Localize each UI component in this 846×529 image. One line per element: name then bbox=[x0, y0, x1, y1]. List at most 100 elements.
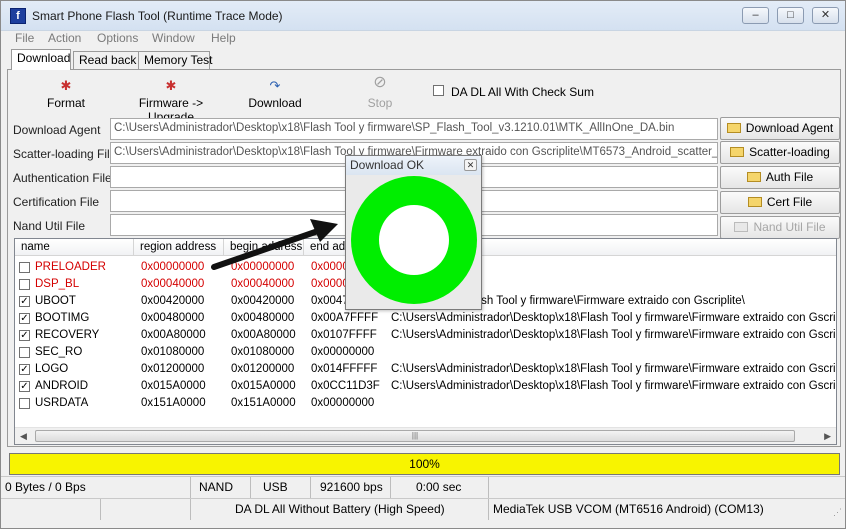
scatter-loading-button[interactable]: Scatter-loading bbox=[720, 141, 840, 164]
progress-text: 100% bbox=[409, 457, 440, 471]
close-button[interactable]: ✕ bbox=[812, 7, 839, 24]
status-bar-bottom: DA DL All Without Battery (High Speed) M… bbox=[1, 498, 845, 520]
auth-file-button[interactable]: Auth File bbox=[720, 166, 840, 189]
row-end-address: 0x00A7FFFF bbox=[311, 312, 379, 324]
row-checkbox[interactable] bbox=[19, 279, 30, 290]
row-checkbox[interactable] bbox=[19, 398, 30, 409]
status-bar-top: 0 Bytes / 0 Bps NAND USB 921600 bps 0:00… bbox=[1, 476, 845, 498]
row-end-address: 0x00000000 bbox=[311, 397, 375, 409]
row-end-address: 0x0107FFFF bbox=[311, 329, 377, 341]
firmware-upgrade-icon: ✱ bbox=[165, 78, 177, 93]
download-agent-field[interactable]: C:\Users\Administrador\Desktop\x18\Flash… bbox=[110, 118, 718, 140]
row-region-address: 0x00420000 bbox=[141, 295, 205, 307]
row-checkbox[interactable]: ✓ bbox=[19, 381, 30, 392]
table-row[interactable]: ✓ RECOVERY 0x00A80000 0x00A80000 0x0107FFFF C… bbox=[15, 327, 836, 344]
row-begin-address: 0x00040000 bbox=[231, 278, 295, 290]
resize-grip-icon[interactable]: ⋰ bbox=[833, 507, 842, 518]
nand-util-file-button[interactable]: Nand Util File bbox=[720, 216, 840, 239]
scatter-loading-label: Scatter-loading File bbox=[13, 147, 117, 161]
folder-icon bbox=[747, 197, 762, 207]
menu-options[interactable]: Options bbox=[97, 31, 138, 45]
checksum-checkbox[interactable] bbox=[433, 85, 444, 96]
row-region-address: 0x00000000 bbox=[141, 261, 205, 273]
minimize-button[interactable]: – bbox=[742, 7, 769, 24]
download-button[interactable]: ↷ Download bbox=[248, 78, 302, 111]
row-checkbox[interactable]: ✓ bbox=[19, 330, 30, 341]
format-label: Format bbox=[46, 96, 85, 110]
row-begin-address: 0x151A0000 bbox=[231, 397, 296, 409]
table-row[interactable]: ✓ ANDROID 0x015A0000 0x015A0000 0x0CC11D3F C:… bbox=[15, 378, 837, 395]
menu-help[interactable]: Help bbox=[211, 31, 236, 45]
row-begin-address: 0x01200000 bbox=[231, 363, 295, 375]
stop-label: Stop bbox=[367, 96, 393, 110]
auth-file-button-label: Auth File bbox=[765, 170, 814, 184]
row-region-address: 0x01200000 bbox=[141, 363, 205, 375]
cert-file-button-label: Cert File bbox=[766, 195, 813, 209]
status-empty-1 bbox=[1, 499, 101, 520]
row-begin-address: 0x00480000 bbox=[231, 312, 295, 324]
row-begin-address: 0x00420000 bbox=[231, 295, 295, 307]
cert-file-button[interactable]: Cert File bbox=[720, 191, 840, 214]
table-row[interactable]: ✓ BOOTIMG 0x00480000 0x00480000 0x00A7FFFF C:… bbox=[15, 310, 836, 327]
table-row[interactable]: USRDATA 0x151A0000 0x151A0000 0x00000000 bbox=[15, 395, 836, 412]
row-end-address: 0x0000 bbox=[311, 278, 349, 290]
status-bytes: 0 Bytes / 0 Bps bbox=[1, 477, 191, 498]
stop-button[interactable]: ⊘ Stop bbox=[365, 74, 395, 111]
row-location: C:\Users\Administrador\Desktop\x18\Flash… bbox=[391, 363, 837, 375]
scrollbar-thumb[interactable]: ||| bbox=[35, 430, 795, 442]
row-checkbox[interactable] bbox=[19, 262, 30, 273]
arrow-annotation bbox=[211, 219, 338, 270]
download-label: Download bbox=[248, 96, 302, 110]
row-checkbox[interactable]: ✓ bbox=[19, 313, 30, 324]
tab-memory-test[interactable]: Memory Test bbox=[138, 51, 212, 69]
download-agent-label: Download Agent bbox=[13, 123, 101, 137]
row-region-address: 0x015A0000 bbox=[141, 380, 206, 392]
row-name: DSP_BL bbox=[35, 278, 80, 290]
scroll-left-icon[interactable]: ◀ bbox=[20, 431, 27, 442]
row-checkbox[interactable]: ✓ bbox=[19, 296, 30, 307]
authentication-label: Authentication File bbox=[13, 171, 112, 185]
row-location: C:\Users\Administrador\Desktop\x18\Flash… bbox=[391, 380, 837, 392]
row-begin-address: 0x015A0000 bbox=[231, 380, 296, 392]
horizontal-scrollbar[interactable]: ◀ ||| ▶ bbox=[15, 427, 836, 444]
tab-read-back[interactable]: Read back bbox=[73, 51, 142, 69]
download-ok-dialog: Download OK ✕ bbox=[345, 155, 482, 310]
download-icon: ↷ bbox=[269, 78, 281, 93]
row-region-address: 0x00A80000 bbox=[141, 329, 206, 341]
row-region-address: 0x01080000 bbox=[141, 346, 205, 358]
row-end-address: 0x00000000 bbox=[311, 346, 375, 358]
row-name: ANDROID bbox=[35, 380, 89, 392]
menu-bar: File Action Options Window Help bbox=[1, 31, 845, 47]
success-ring-icon bbox=[351, 176, 477, 304]
row-end-address: 0x014FFFFF bbox=[311, 363, 378, 375]
dialog-title[interactable]: Download OK bbox=[346, 156, 481, 175]
status-time: 0:00 sec bbox=[391, 477, 489, 498]
row-region-address: 0x151A0000 bbox=[141, 397, 206, 409]
menu-file[interactable]: File bbox=[15, 31, 34, 45]
app-icon: f bbox=[10, 8, 26, 24]
dialog-close-icon[interactable]: ✕ bbox=[464, 159, 477, 171]
row-checkbox[interactable] bbox=[19, 347, 30, 358]
row-checkbox[interactable]: ✓ bbox=[19, 364, 30, 375]
download-agent-button[interactable]: Download Agent bbox=[720, 117, 840, 140]
folder-icon bbox=[730, 147, 745, 157]
checksum-label: DA DL All With Check Sum bbox=[451, 85, 594, 99]
nand-util-label: Nand Util File bbox=[13, 219, 86, 233]
status-mode: DA DL All Without Battery (High Speed) bbox=[191, 499, 489, 520]
certification-label: Certification File bbox=[13, 195, 100, 209]
table-row[interactable]: SEC_RO 0x01080000 0x01080000 0x00000000 bbox=[15, 344, 836, 361]
tab-download[interactable]: Download bbox=[11, 49, 71, 70]
format-button[interactable]: ✱ Format bbox=[45, 79, 87, 111]
menu-action[interactable]: Action bbox=[48, 31, 81, 45]
row-region-address: 0x00480000 bbox=[141, 312, 205, 324]
row-name: UBOOT bbox=[35, 295, 76, 307]
scroll-right-icon[interactable]: ▶ bbox=[824, 431, 831, 442]
title-bar[interactable]: f Smart Phone Flash Tool (Runtime Trace … bbox=[1, 1, 845, 31]
menu-window[interactable]: Window bbox=[152, 31, 195, 45]
status-baud: 921600 bps bbox=[311, 477, 391, 498]
maximize-button[interactable]: □ bbox=[777, 7, 804, 24]
column-header-name[interactable]: name bbox=[15, 239, 134, 256]
stop-icon: ⊘ bbox=[373, 74, 387, 91]
table-row[interactable]: ✓ LOGO 0x01200000 0x01200000 0x014FFFFF C:\Us… bbox=[15, 361, 837, 378]
row-begin-address: 0x00A80000 bbox=[231, 329, 296, 341]
